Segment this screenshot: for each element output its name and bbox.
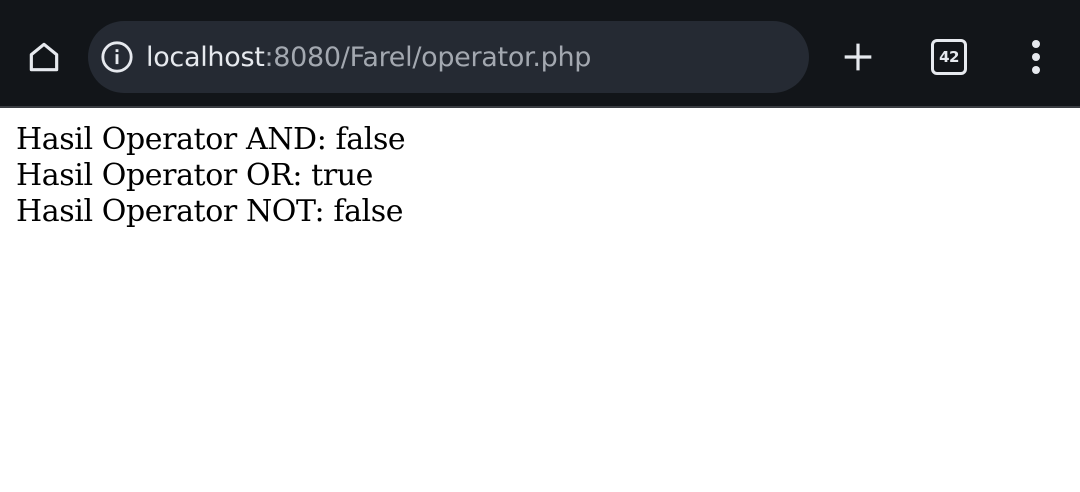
- url-host: localhost: [146, 41, 265, 73]
- menu-button[interactable]: [1008, 29, 1064, 85]
- plus-icon: [844, 43, 872, 71]
- result-and: Hasil Operator AND: false: [16, 122, 406, 157]
- home-icon: [29, 42, 59, 72]
- result-not: Hasil Operator NOT: false: [16, 194, 404, 229]
- tab-count: 42: [931, 39, 967, 75]
- info-icon[interactable]: [100, 40, 134, 74]
- home-button[interactable]: [16, 29, 72, 85]
- more-vert-icon: [1032, 40, 1040, 74]
- tab-switcher-button[interactable]: 42: [921, 29, 977, 85]
- url-path: :8080/Farel/operator.php: [264, 41, 592, 73]
- new-tab-button[interactable]: [830, 29, 886, 85]
- page-content: Hasil Operator AND: false Hasil Operator…: [16, 122, 406, 230]
- result-or: Hasil Operator OR: true: [16, 158, 374, 193]
- address-bar[interactable]: localhost:8080/Farel/operator.php: [88, 21, 809, 93]
- browser-toolbar: localhost:8080/Farel/operator.php 42: [0, 0, 1080, 108]
- url-text[interactable]: localhost:8080/Farel/operator.php: [146, 42, 591, 73]
